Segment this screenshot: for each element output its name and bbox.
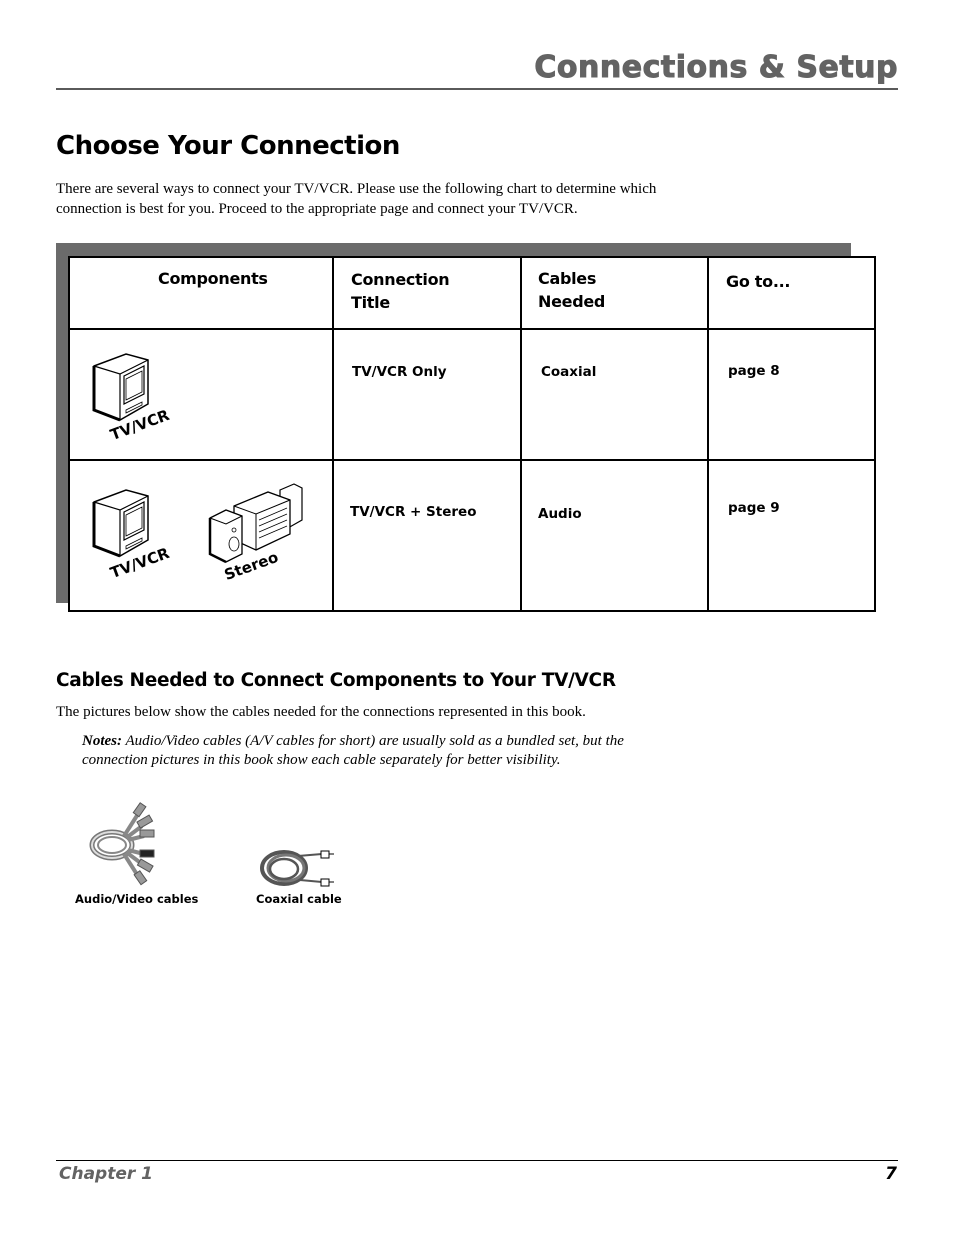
- table-divider: [70, 328, 874, 330]
- av-cables-icon: [89, 802, 155, 886]
- header-connection-title: Connection Title: [351, 270, 450, 312]
- connection-title-cell: TV/VCR Only: [352, 364, 447, 380]
- header-goto: Go to...: [726, 272, 791, 291]
- stereo-icon: [208, 483, 303, 564]
- header-rule: [56, 88, 898, 90]
- table-divider: [707, 258, 709, 610]
- table-divider: [70, 459, 874, 461]
- footer-chapter: Chapter 1: [59, 1164, 154, 1184]
- table-divider: [332, 258, 334, 610]
- intro-paragraph: There are several ways to connect your T…: [56, 181, 657, 217]
- cables-paragraph: The pictures below show the cables neede…: [56, 704, 586, 720]
- cables-cell: Audio: [538, 506, 582, 522]
- footer-rule: [56, 1160, 898, 1161]
- connection-title-cell: TV/VCR + Stereo: [350, 504, 477, 520]
- table-divider: [520, 258, 522, 610]
- av-cables-caption: Audio/Video cables: [75, 892, 199, 906]
- footer-page-number: 7: [885, 1164, 897, 1184]
- page-title: Choose Your Connection: [56, 131, 400, 161]
- connection-table: Components Connection Title Cables Neede…: [68, 256, 876, 612]
- notes-paragraph: Notes: Audio/Video cables (A/V cables fo…: [82, 732, 682, 770]
- header-cables-needed: Cables Needed: [538, 269, 606, 311]
- goto-cell: page 9: [728, 500, 780, 516]
- header-components: Components: [158, 269, 268, 288]
- cables-heading: Cables Needed to Connect Components to Y…: [56, 670, 616, 691]
- section-title: Connections & Setup: [534, 50, 898, 86]
- cables-cell: Coaxial: [541, 364, 597, 380]
- coaxial-cable-icon: [260, 850, 334, 887]
- goto-cell: page 8: [728, 363, 780, 379]
- coaxial-cable-caption: Coaxial cable: [256, 892, 342, 906]
- notes-text: Audio/Video cables (A/V cables for short…: [82, 733, 624, 768]
- tv-vcr-icon: [92, 489, 149, 558]
- notes-label: Notes:: [82, 733, 122, 749]
